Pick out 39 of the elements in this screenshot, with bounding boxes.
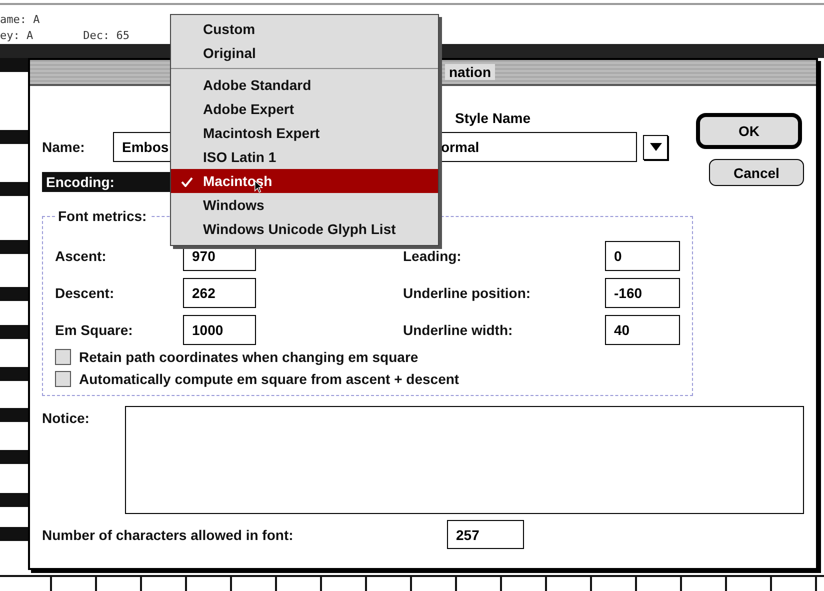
window-title: nation	[445, 64, 495, 80]
menu-item[interactable]: Windows	[171, 193, 438, 217]
menu-item[interactable]: Macintosh	[171, 169, 438, 193]
glyph-info-text: ame: A	[0, 12, 40, 28]
metric-field[interactable]: 40	[605, 315, 680, 345]
style-name-label: Style Name	[455, 110, 532, 126]
metric-field[interactable]: -160	[605, 278, 680, 308]
menu-item[interactable]: Original	[171, 41, 438, 65]
glyph-info-text: ey: A	[0, 28, 34, 44]
checkmark-icon	[181, 177, 193, 187]
menu-item[interactable]: Adobe Expert	[171, 97, 438, 121]
glyph-info-text: Dec: 65	[83, 28, 130, 44]
menu-item[interactable]: Adobe Standard	[171, 73, 438, 97]
notice-label: Notice:	[42, 409, 90, 428]
menu-item[interactable]: Windows Unicode Glyph List	[171, 217, 438, 241]
char-count-label: Number of characters allowed in font:	[42, 526, 294, 542]
metric-label: Em Square:	[55, 322, 134, 338]
notice-field[interactable]	[124, 406, 804, 514]
checkbox-label[interactable]: Automatically compute em square from ascent + descent	[79, 371, 460, 387]
metric-field[interactable]: 262	[183, 278, 256, 308]
char-count-field[interactable]: 257	[447, 520, 524, 549]
checkbox[interactable]	[55, 349, 71, 365]
caret-icon	[650, 143, 662, 151]
metric-label: Underline position:	[403, 285, 532, 301]
metric-field[interactable]: 1000	[183, 315, 256, 345]
metric-label: Ascent:	[55, 248, 108, 264]
metric-label: Leading:	[403, 248, 462, 264]
metric-label: Underline width:	[403, 322, 514, 338]
checkbox[interactable]	[55, 371, 71, 387]
metric-label: Descent:	[55, 285, 116, 301]
encoding-popup-label[interactable]: Encoding:	[42, 172, 170, 192]
name-label: Name:	[42, 139, 86, 155]
dropdown-button[interactable]	[643, 134, 668, 160]
menu-item[interactable]: Custom	[171, 17, 438, 41]
metric-field[interactable]: 0	[605, 241, 680, 271]
cancel-button[interactable]: Cancel	[709, 159, 804, 186]
checkbox-label[interactable]: Retain path coordinates when changing em square	[79, 349, 418, 365]
ok-button[interactable]: OK	[696, 113, 802, 149]
group-legend: Font metrics:	[55, 208, 150, 224]
